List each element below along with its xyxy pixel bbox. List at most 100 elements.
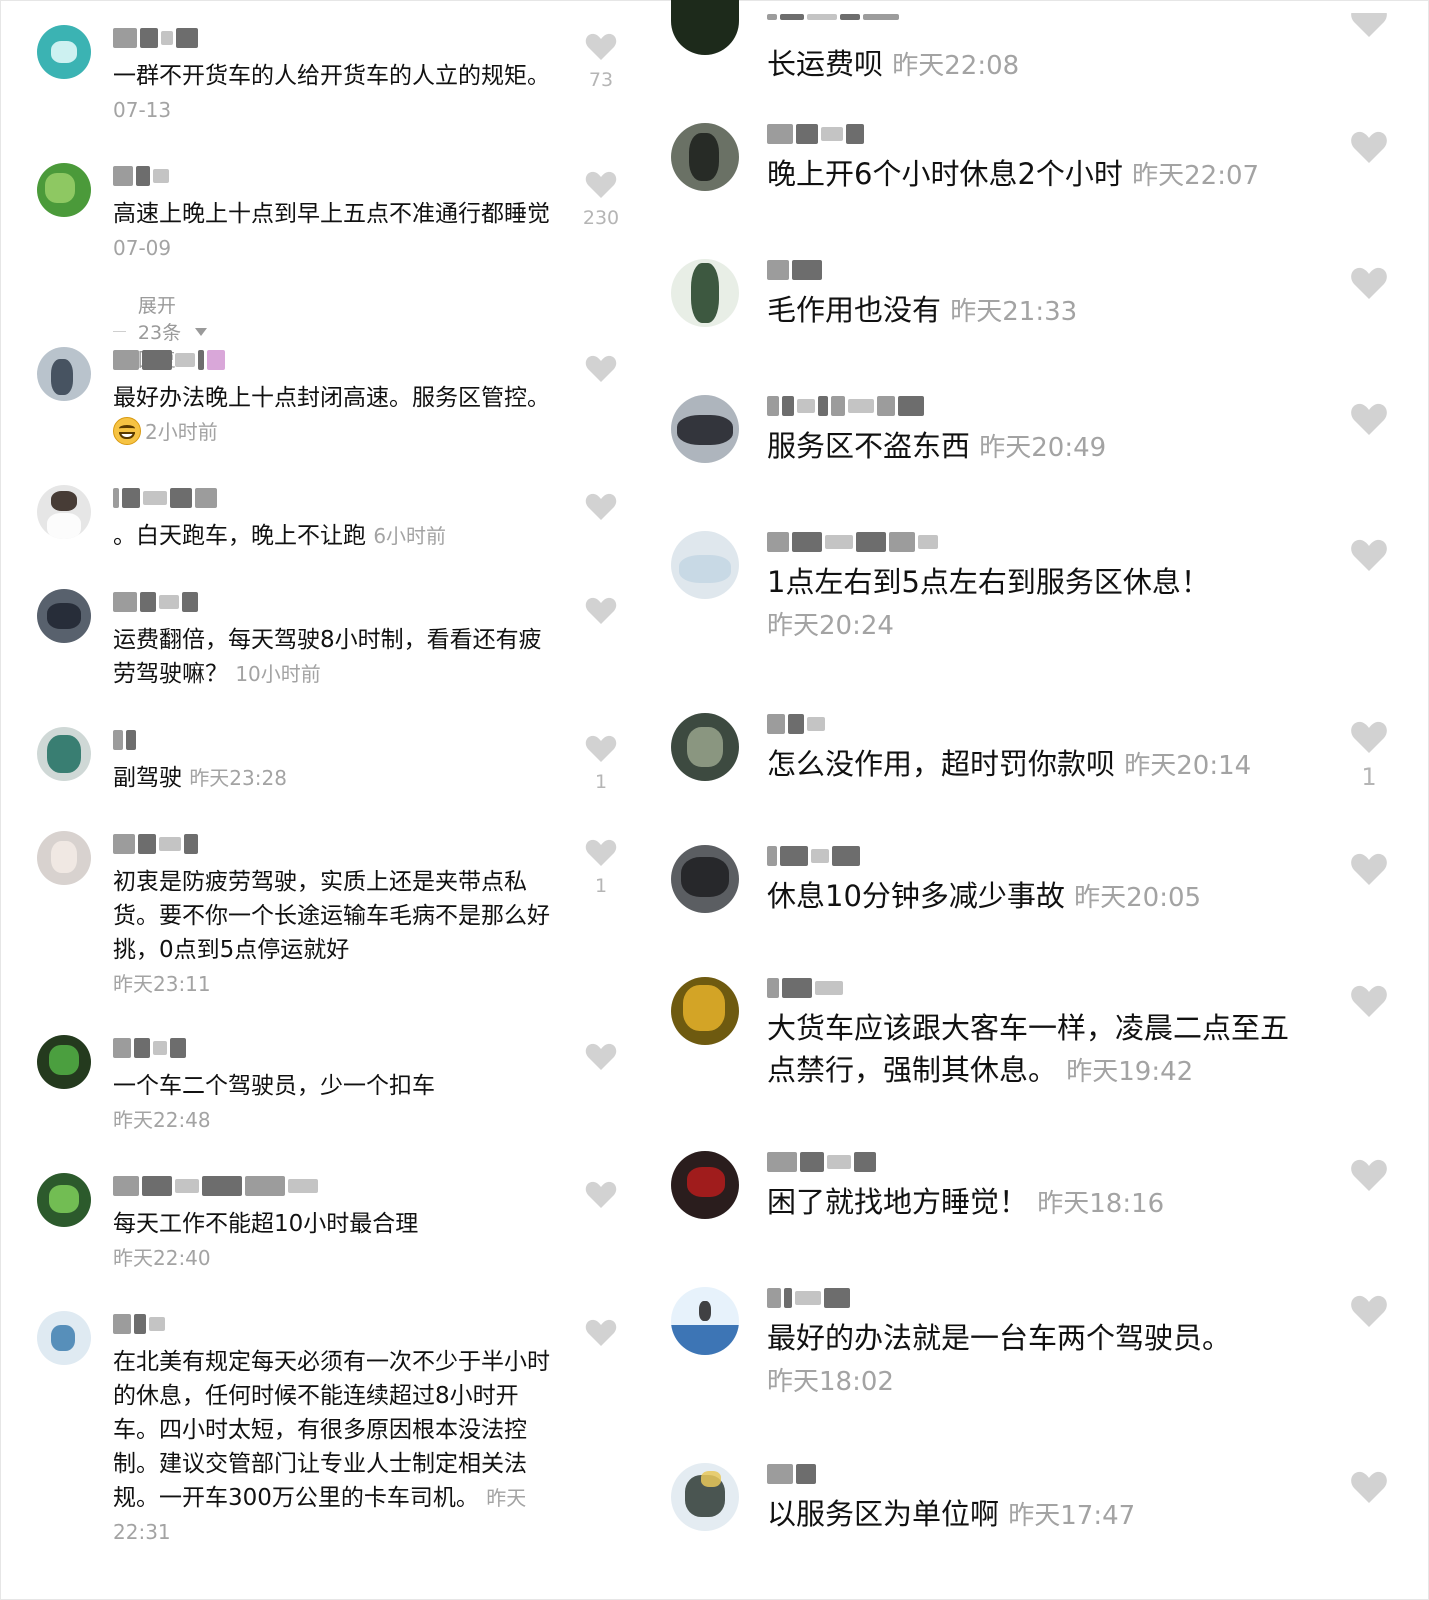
like-button[interactable]: 1 (575, 735, 627, 793)
username-blurred[interactable] (113, 591, 198, 613)
heart-icon (1351, 1295, 1387, 1327)
avatar[interactable] (671, 395, 739, 463)
username-blurred[interactable] (767, 977, 843, 999)
username-blurred[interactable] (767, 1287, 850, 1309)
username-blurred[interactable] (113, 487, 217, 509)
avatar[interactable] (37, 1311, 91, 1365)
heart-icon (1351, 985, 1387, 1017)
avatar[interactable] (37, 25, 91, 79)
heart-icon (585, 1043, 617, 1070)
heart-icon (1351, 403, 1387, 435)
username-blurred[interactable] (767, 395, 924, 417)
avatar[interactable] (671, 123, 739, 191)
like-button[interactable] (1339, 13, 1399, 45)
avatar[interactable] (671, 531, 739, 599)
like-button[interactable] (1339, 403, 1399, 445)
heart-icon (1351, 131, 1387, 163)
like-button[interactable] (1339, 539, 1399, 581)
like-button[interactable] (1339, 1471, 1399, 1513)
like-button[interactable] (575, 1319, 627, 1355)
like-button[interactable] (575, 597, 627, 633)
avatar[interactable] (37, 831, 91, 885)
like-button[interactable] (1339, 1159, 1399, 1201)
like-button[interactable] (575, 1181, 627, 1217)
comment-text: 。白天跑车，晚上不让跑 6小时前 (113, 523, 447, 549)
like-count: 1 (1361, 763, 1377, 791)
comment-time: 昨天19:42 (1066, 1057, 1194, 1087)
username-blurred[interactable] (113, 1175, 318, 1197)
username-blurred[interactable] (767, 1151, 876, 1173)
avatar[interactable] (671, 1151, 739, 1219)
like-button[interactable] (1339, 1295, 1399, 1337)
comment-time: 昨天18:16 (1037, 1189, 1165, 1219)
heart-icon (1351, 1159, 1387, 1191)
like-button[interactable] (1339, 853, 1399, 895)
comment-text: 运费翻倍，每天驾驶8小时制，看看还有疲劳驾驶嘛？ 10小时前 (113, 627, 542, 687)
comment-time: 昨天20:14 (1124, 751, 1252, 781)
heart-icon (1351, 539, 1387, 571)
like-button[interactable]: 1 (575, 839, 627, 897)
avatar[interactable] (671, 713, 739, 781)
username-blurred[interactable] (113, 833, 198, 855)
comment-text: 怎么没作用，超时罚你款呗 昨天20:14 (767, 747, 1252, 781)
heart-icon (585, 839, 617, 866)
username-blurred[interactable] (767, 531, 938, 553)
avatar[interactable] (37, 347, 91, 401)
comment-text: 一群不开货车的人给开货车的人立的规矩。 07-13 (113, 63, 550, 122)
like-button[interactable] (1339, 267, 1399, 309)
username-blurred[interactable] (767, 259, 822, 281)
comment-text: 休息10分钟多减少事故 昨天20:05 (767, 879, 1202, 913)
like-button[interactable] (575, 493, 627, 529)
avatar[interactable] (671, 977, 739, 1045)
like-count: 1 (594, 875, 608, 897)
avatar[interactable] (37, 589, 91, 643)
username-blurred[interactable] (767, 13, 899, 21)
avatar[interactable] (37, 1035, 91, 1089)
like-button[interactable] (575, 1043, 627, 1079)
avatar[interactable] (37, 1173, 91, 1227)
comment-time: 昨天22:07 (1132, 161, 1260, 191)
heart-icon (585, 171, 617, 198)
avatar[interactable] (671, 0, 739, 55)
username-blurred[interactable] (113, 1313, 165, 1335)
username-blurred[interactable] (767, 123, 864, 145)
heart-icon (1351, 1471, 1387, 1503)
username-blurred[interactable] (767, 845, 860, 867)
like-button[interactable] (1339, 131, 1399, 173)
avatar[interactable] (37, 485, 91, 539)
comment-text: 服务区不盗东西 昨天20:49 (767, 429, 1107, 463)
like-button[interactable] (575, 355, 627, 391)
like-button[interactable]: 73 (575, 33, 627, 91)
avatar[interactable] (671, 1287, 739, 1355)
comment-text: 长运费呗 昨天22:08 (767, 47, 1020, 81)
avatar[interactable] (671, 845, 739, 913)
avatar[interactable] (671, 259, 739, 327)
comment-text: 在北美有规定每天必须有一次不少于半小时的休息，任何时候不能连续超过8小时开车。四… (113, 1349, 550, 1544)
like-button[interactable]: 230 (575, 171, 627, 229)
comment-time: 昨天22:40 (113, 1246, 211, 1270)
heart-icon (585, 1181, 617, 1208)
comment-text: 晚上开6个小时休息2个小时 昨天22:07 (767, 157, 1260, 191)
username-blurred[interactable] (767, 713, 825, 735)
expand-divider (113, 331, 126, 332)
username-blurred[interactable] (113, 349, 225, 371)
comment-time: 6小时前 (373, 524, 447, 548)
heart-icon (585, 355, 617, 382)
username-blurred[interactable] (767, 1463, 816, 1485)
avatar[interactable] (37, 163, 91, 217)
username-blurred[interactable] (113, 27, 198, 49)
comment-time: 昨天18:02 (767, 1367, 894, 1397)
like-button[interactable]: 1 (1339, 721, 1399, 791)
avatar[interactable] (37, 727, 91, 781)
comment-text: 最好办法晚上十点封闭高速。服务区管控。2小时前 (113, 385, 550, 445)
avatar[interactable] (671, 1463, 739, 1531)
username-blurred[interactable] (113, 165, 169, 187)
heart-icon (585, 33, 617, 60)
username-blurred[interactable] (113, 729, 136, 751)
like-button[interactable] (1339, 985, 1399, 1027)
comment-text: 最好的办法就是一台车两个驾驶员。 昨天18:02 (767, 1321, 1232, 1397)
heart-icon (1351, 267, 1387, 299)
username-blurred[interactable] (113, 1037, 186, 1059)
screenshot-frame: 一群不开货车的人给开货车的人立的规矩。 07-13 73 高速上晚上十点到早上五… (0, 0, 1429, 1600)
comment-text: 困了就找地方睡觉！ 昨天18:16 (767, 1185, 1165, 1219)
